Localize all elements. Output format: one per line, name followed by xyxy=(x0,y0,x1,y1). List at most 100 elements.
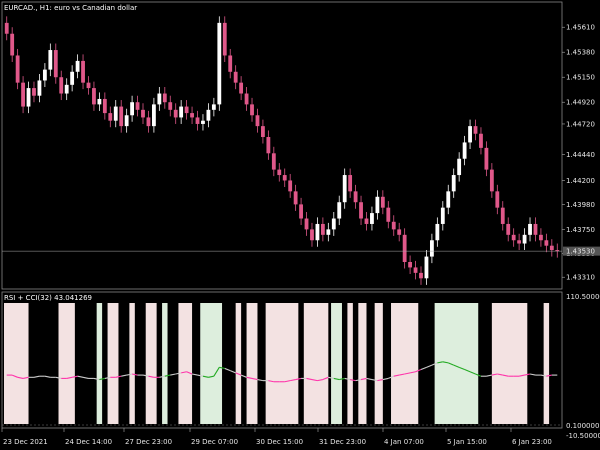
time-tick: 30 Dec 15:00 xyxy=(256,438,303,446)
candle-body xyxy=(271,153,276,170)
candle-body xyxy=(544,240,549,246)
candle-body xyxy=(424,256,429,279)
time-tick: 27 Dec 23:00 xyxy=(125,438,172,446)
time-tick: 24 Dec 14:00 xyxy=(65,438,112,446)
candle-body xyxy=(53,50,58,78)
bear-zone xyxy=(391,303,419,424)
bear-zone xyxy=(235,303,242,424)
price-tick: 1.43750 xyxy=(566,226,595,234)
candle-body xyxy=(59,77,64,94)
candle-body xyxy=(37,80,42,96)
bear-zone xyxy=(543,303,550,424)
candle-body xyxy=(162,93,167,103)
time-tick: 29 Dec 07:00 xyxy=(191,438,238,446)
time-tick: 5 Jan 15:00 xyxy=(447,438,487,446)
current-price-label: 1.43530 xyxy=(563,246,600,256)
candle-body xyxy=(168,102,173,110)
candle-body xyxy=(511,234,516,241)
candle-body xyxy=(479,133,483,148)
candle-body xyxy=(386,207,391,222)
chart-title: EURCAD., H1: euro vs Canadian dollar xyxy=(4,4,137,12)
svg-text:1.43530: 1.43530 xyxy=(566,248,595,256)
candle-body xyxy=(102,98,107,114)
bear-zone xyxy=(374,303,383,424)
bear-zone xyxy=(145,303,157,424)
indicator-title: RSI + CCI(32) 43.041269 xyxy=(4,294,92,302)
candle-body xyxy=(10,33,15,56)
candle-body xyxy=(440,207,445,224)
bear-zone xyxy=(178,303,193,424)
candle-body xyxy=(157,93,162,105)
candle-body xyxy=(21,82,25,107)
candle-body xyxy=(146,117,151,127)
bear-zone xyxy=(491,303,528,424)
candle-body xyxy=(331,218,336,230)
candle-body xyxy=(506,223,511,235)
candle-body xyxy=(113,106,118,121)
candle-body xyxy=(228,55,233,72)
candle-body xyxy=(222,22,227,56)
candle-body xyxy=(293,191,298,205)
candle-body xyxy=(397,229,402,235)
candle-body xyxy=(337,202,342,219)
candle-body xyxy=(517,240,522,244)
candle-body xyxy=(522,234,527,244)
bear-zone xyxy=(265,303,299,424)
time-tick: 4 Jan 07:00 xyxy=(384,438,424,446)
candle-body xyxy=(81,60,85,83)
candle-body xyxy=(141,109,145,118)
candle-body xyxy=(179,106,184,118)
candle-body xyxy=(299,204,303,219)
candle-body xyxy=(451,175,456,192)
indicator-tick: -10.500000 xyxy=(566,432,600,440)
candle-body xyxy=(468,126,472,143)
candle-body xyxy=(402,234,407,262)
candle-body xyxy=(130,102,135,116)
candle-body xyxy=(500,207,505,224)
candle-body xyxy=(326,229,331,235)
candle-body xyxy=(348,175,353,192)
bull-zone xyxy=(200,303,223,424)
candle-body xyxy=(391,221,396,230)
candle-body xyxy=(282,175,287,181)
price-tick: 1.43980 xyxy=(566,201,595,209)
candle-body xyxy=(255,115,260,127)
candle-body xyxy=(484,147,489,170)
price-tick: 1.44920 xyxy=(566,99,595,107)
bull-zone xyxy=(162,303,168,424)
candle-body xyxy=(195,117,200,124)
candle-body xyxy=(201,120,205,124)
candle-body xyxy=(277,169,282,176)
bear-zone xyxy=(303,303,329,424)
price-tick: 1.43310 xyxy=(566,274,595,282)
candle-body xyxy=(233,71,238,83)
candle-body xyxy=(244,93,249,105)
candle-body xyxy=(173,109,178,118)
candle-body xyxy=(97,98,102,105)
candle-body xyxy=(549,245,554,251)
bull-zone xyxy=(434,303,479,424)
candle-body xyxy=(539,234,543,241)
candle-body xyxy=(217,22,222,105)
price-tick: 1.45380 xyxy=(566,49,595,57)
bear-zone xyxy=(107,303,119,424)
candle-body xyxy=(70,71,75,85)
chart-window[interactable]: EURCAD., H1: euro vs Canadian dollar 1.4… xyxy=(0,0,600,450)
bear-zone xyxy=(347,303,353,424)
time-tick: 6 Jan 23:00 xyxy=(512,438,552,446)
bull-zone xyxy=(331,303,342,424)
candle-body xyxy=(119,106,124,127)
candle-body xyxy=(15,55,20,83)
candle-body xyxy=(359,202,363,219)
candle-body xyxy=(266,137,271,154)
bear-zone xyxy=(358,303,367,424)
candle-body xyxy=(206,109,211,121)
candle-body xyxy=(408,262,413,268)
candle-body xyxy=(495,191,500,208)
candle-body xyxy=(413,267,418,273)
price-tick: 1.45150 xyxy=(566,74,595,82)
candle-body xyxy=(462,142,467,159)
price-tick: 1.45610 xyxy=(566,24,595,32)
price-tick: 1.44720 xyxy=(566,120,595,128)
candle-body xyxy=(250,104,254,116)
